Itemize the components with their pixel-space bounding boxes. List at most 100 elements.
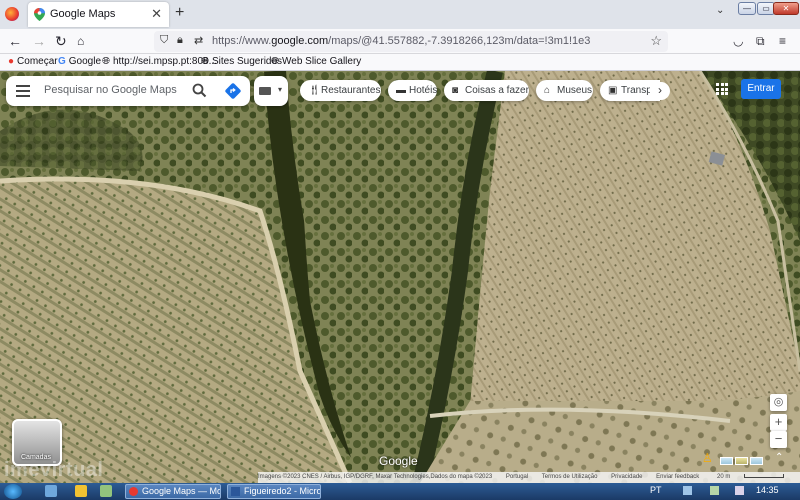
taskbar-label: Google Maps — Moz... <box>142 486 220 496</box>
bookmark-google[interactable]: G Google <box>58 56 101 67</box>
explorer-icon[interactable] <box>75 485 87 497</box>
chip-restaurantes[interactable]: 🍴︎ Restaurantes <box>300 80 381 101</box>
globe-icon: 🌐︎ <box>102 56 110 67</box>
attribution-bar: Imagens ©2023 CNES / Airbus, IGP/DGRF, M… <box>258 472 800 483</box>
bookmark-label: Web Slice Gallery <box>282 56 362 67</box>
menu-icon[interactable]: ≡ <box>779 34 786 48</box>
bookmark-label: Começar <box>17 56 58 67</box>
app-icon[interactable] <box>100 485 112 497</box>
tab-google-maps[interactable]: Google Maps ✕ <box>28 2 169 27</box>
chip-museus[interactable]: ⌂ Museus <box>536 80 593 101</box>
globe-icon: 🌐︎ <box>201 56 209 67</box>
url-domain: google.com <box>271 35 329 47</box>
bookmarks-toolbar: ● Começar G Google 🌐︎ http://sei.mpsp.pt:80… <box>0 54 800 71</box>
google-apps-icon[interactable] <box>716 83 728 95</box>
taskbar-item-word[interactable]: Figueiredo2 - Micros... <box>227 484 321 499</box>
imagery-attribution: Imagens ©2023 CNES / Airbus, IGP/DGRF, M… <box>258 474 493 480</box>
url-path: /maps/@41.557882,-7.3918266,123m/data=!3… <box>328 35 591 47</box>
bookmark-comecar[interactable]: ● Começar <box>8 56 58 67</box>
sign-in-button[interactable]: Entrar <box>741 79 781 99</box>
language-indicator[interactable]: PT <box>650 485 662 495</box>
url-prefix: https://www. <box>212 35 272 47</box>
zoom-in-button[interactable]: + <box>770 414 787 431</box>
close-tab-icon[interactable]: ✕ <box>151 6 162 22</box>
menu-icon[interactable] <box>16 85 30 97</box>
firefox-menu-icon[interactable] <box>5 7 19 21</box>
chip-label: Restaurantes <box>321 85 381 96</box>
shield-icon[interactable]: ⛉ <box>160 34 168 47</box>
forward-button[interactable]: → <box>32 33 46 49</box>
attribution-country[interactable]: Portugal <box>506 474 528 480</box>
network-icon[interactable] <box>683 486 692 495</box>
camera-icon: ◙ <box>452 85 459 96</box>
taskbar-label: Figueiredo2 - Micros... <box>244 486 320 496</box>
start-button[interactable] <box>4 484 22 499</box>
chips-scroll-right-icon[interactable]: › <box>650 82 670 100</box>
layer-toggle-button[interactable]: ▾ <box>254 76 288 106</box>
imagery-thumbnails[interactable] <box>720 454 765 468</box>
firefox-icon: ● <box>8 56 15 67</box>
taskbar-item-firefox[interactable]: Google Maps — Moz... <box>125 484 221 499</box>
google-logo: Google <box>379 454 418 468</box>
extensions-icon[interactable]: ⧉ <box>756 34 765 49</box>
chip-label: Hotéis <box>409 85 437 96</box>
privacy-link[interactable]: Privacidade <box>611 474 642 480</box>
chip-label: Museus <box>557 85 593 96</box>
grid-layer-icon <box>259 87 271 95</box>
firefox-icon <box>129 487 138 496</box>
search-icon[interactable] <box>192 83 207 98</box>
home-button[interactable]: ⌂ <box>77 34 84 48</box>
fork-knife-icon: 🍴︎ <box>308 85 321 96</box>
zoom-out-button[interactable]: − <box>770 431 787 448</box>
search-input[interactable] <box>44 84 184 96</box>
taskbar: Google Maps — Moz... Figueiredo2 - Micro… <box>0 483 800 500</box>
chip-label: Coisas a fazer <box>465 85 529 96</box>
bookmark-sei[interactable]: 🌐︎ http://sei.mpsp.pt:808... <box>102 56 217 67</box>
bed-icon: ▬ <box>396 85 406 96</box>
map-canvas[interactable]: ▾ 🍴︎Restaurantes ▬Hotéis ◙ Coisas a fazer… <box>0 71 800 483</box>
category-chips: 🍴︎ Restaurantes ▬ Hotéis ◙ Coisas a fazer ⌂… <box>300 80 672 102</box>
map-scale[interactable]: 20 m <box>717 472 784 483</box>
satellite-imagery[interactable] <box>0 71 800 483</box>
close-window-button[interactable]: ✕ <box>773 2 799 15</box>
bookmark-sites-sugeridos[interactable]: 🌐︎ Sites Sugeridos <box>201 56 282 67</box>
scale-label: 20 m <box>716 474 731 480</box>
lock-icon[interactable]: 🔒︎ <box>177 34 183 47</box>
street-view-pegman-icon[interactable]: ♙ <box>702 451 713 465</box>
clock[interactable]: 14:35 <box>756 485 779 495</box>
permissions-icon[interactable]: ⇄ <box>194 34 203 47</box>
google-maps-favicon-icon <box>34 8 45 21</box>
watermark-text: imevirtual <box>4 459 104 481</box>
tray-icon[interactable] <box>735 486 744 495</box>
url-text: https://www.google.com/maps/@41.557882,-… <box>212 35 590 47</box>
show-desktop-icon[interactable] <box>45 485 57 497</box>
list-tabs-icon[interactable]: ⌄ <box>716 5 724 16</box>
volume-icon[interactable] <box>710 486 719 495</box>
chip-coisas-a-fazer[interactable]: ◙ Coisas a fazer <box>444 80 529 101</box>
reload-button[interactable]: ↻ <box>55 33 67 50</box>
museum-icon: ⌂ <box>544 85 551 96</box>
browser-tab-bar: Google Maps ✕ + ⌄ — ▭ ✕ <box>0 0 800 29</box>
collapse-chevron-icon[interactable]: ⌃ <box>775 452 783 463</box>
navigation-toolbar: ← → ↻ ⌂ ⛉ 🔒︎ ⇄ https://www.google.com/ma… <box>0 29 800 54</box>
address-bar[interactable]: ⛉ 🔒︎ ⇄ https://www.google.com/maps/@41.5… <box>154 31 668 52</box>
bookmark-label: Google <box>68 56 102 67</box>
tab-title: Google Maps <box>50 8 116 20</box>
new-tab-button[interactable]: + <box>175 4 184 22</box>
my-location-icon[interactable]: ◎ <box>770 394 787 411</box>
scale-bar <box>744 474 784 479</box>
minimize-button[interactable]: — <box>738 2 756 15</box>
feedback-link[interactable]: Enviar feedback <box>656 474 699 480</box>
search-box <box>6 76 250 106</box>
bookmark-web-slice-gallery[interactable]: 🌐︎ Web Slice Gallery <box>271 56 361 67</box>
chip-hoteis[interactable]: ▬ Hotéis <box>388 80 437 101</box>
bus-icon: ▣ <box>608 85 618 96</box>
globe-icon: 🌐︎ <box>271 56 279 67</box>
pocket-icon[interactable]: ◡ <box>733 34 743 48</box>
back-button[interactable]: ← <box>8 33 22 49</box>
bookmark-star-icon[interactable]: ☆ <box>650 33 662 49</box>
google-icon: G <box>58 56 66 67</box>
word-icon <box>231 487 240 496</box>
directions-icon[interactable] <box>224 82 242 100</box>
terms-link[interactable]: Termos de Utilização <box>542 474 598 480</box>
